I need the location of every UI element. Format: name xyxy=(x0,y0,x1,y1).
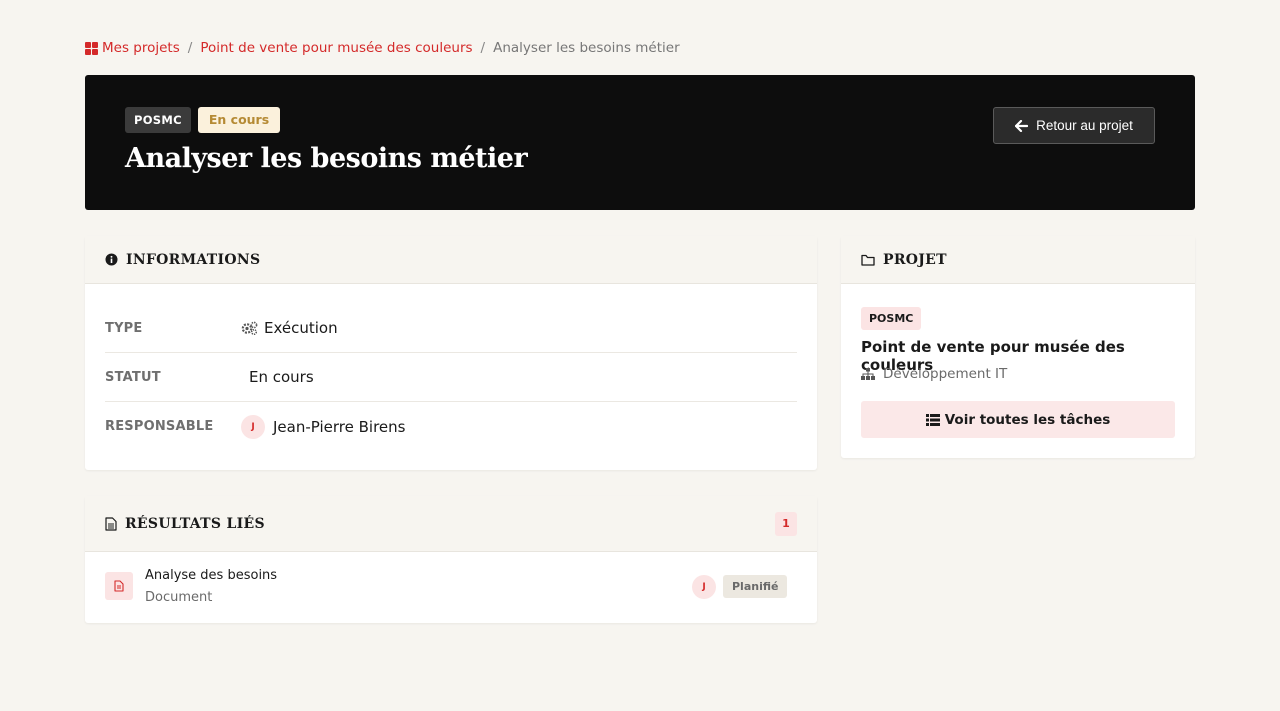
linked-results-title: RÉSULTATS LIÉS xyxy=(125,515,265,532)
document-icon xyxy=(105,572,133,600)
breadcrumb-home-label: Mes projets xyxy=(102,40,180,56)
informations-card: INFORMATIONS TYPE Exécution STATUT En co… xyxy=(85,236,817,470)
task-header: POSMC En cours Analyser les besoins méti… xyxy=(85,75,1195,210)
project-card-title: PROJET xyxy=(883,251,947,268)
result-name: Analyse des besoins xyxy=(145,568,278,583)
list-icon xyxy=(925,413,940,426)
task-type-value: Exécution xyxy=(264,319,338,337)
status-badge: En cours xyxy=(197,107,281,133)
project-code-badge: POSMC xyxy=(125,107,191,133)
informations-card-title: INFORMATIONS xyxy=(126,251,261,268)
header-badges: POSMC En cours xyxy=(125,107,281,133)
sitemap-icon xyxy=(861,368,875,380)
info-label: STATUT xyxy=(105,369,161,385)
breadcrumb-project-link[interactable]: Point de vente pour musée des couleurs xyxy=(200,40,472,56)
result-type: Document xyxy=(145,590,213,605)
linked-results-card: RÉSULTATS LIÉS 1 Analyse des besoins Doc… xyxy=(85,496,817,623)
page-title: Analyser les besoins métier xyxy=(125,143,528,174)
back-to-project-label: Retour au projet xyxy=(1036,118,1133,133)
info-value: J Jean-Pierre Birens xyxy=(241,414,406,439)
info-row-status: STATUT En cours xyxy=(105,353,797,402)
responsible-name: Jean-Pierre Birens xyxy=(273,417,406,436)
result-status-badge: Planifié xyxy=(723,575,788,598)
department-name: Développement IT xyxy=(883,366,1008,382)
grid-icon xyxy=(85,41,98,55)
avatar: J xyxy=(692,575,716,599)
breadcrumb: Mes projets / Point de vente pour musée … xyxy=(85,40,680,56)
info-value: Exécution xyxy=(241,319,338,337)
info-circle-icon xyxy=(105,253,118,266)
cogs-icon xyxy=(241,321,258,335)
document-icon xyxy=(105,516,117,531)
view-all-tasks-button[interactable]: Voir toutes les tâches xyxy=(861,401,1175,438)
folder-icon xyxy=(861,254,875,266)
info-label: TYPE xyxy=(105,320,143,336)
breadcrumb-separator: / xyxy=(480,40,486,56)
breadcrumb-current: Analyser les besoins métier xyxy=(493,40,680,56)
linked-results-header: RÉSULTATS LIÉS 1 xyxy=(85,496,817,552)
project-card: PROJET POSMC Point de vente pour musée d… xyxy=(841,236,1195,458)
breadcrumb-home-link[interactable]: Mes projets xyxy=(85,40,180,56)
project-card-header: PROJET xyxy=(841,236,1195,284)
view-all-tasks-label: Voir toutes les tâches xyxy=(944,411,1111,428)
back-to-project-button[interactable]: Retour au projet xyxy=(993,107,1155,144)
info-row-responsible: RESPONSABLE J Jean-Pierre Birens xyxy=(105,402,797,451)
project-department: Développement IT xyxy=(861,366,1007,382)
task-status-value: En cours xyxy=(249,368,314,386)
breadcrumb-separator: / xyxy=(187,40,193,56)
arrow-left-icon xyxy=(1015,119,1029,132)
info-row-type: TYPE Exécution xyxy=(105,304,797,353)
avatar: J xyxy=(241,414,265,439)
project-code-badge: POSMC xyxy=(861,307,922,330)
info-label: RESPONSABLE xyxy=(105,419,214,434)
results-count-badge: 1 xyxy=(775,511,797,536)
list-item[interactable]: Analyse des besoins Document J Planifié xyxy=(105,568,788,608)
informations-card-header: INFORMATIONS xyxy=(85,236,817,284)
